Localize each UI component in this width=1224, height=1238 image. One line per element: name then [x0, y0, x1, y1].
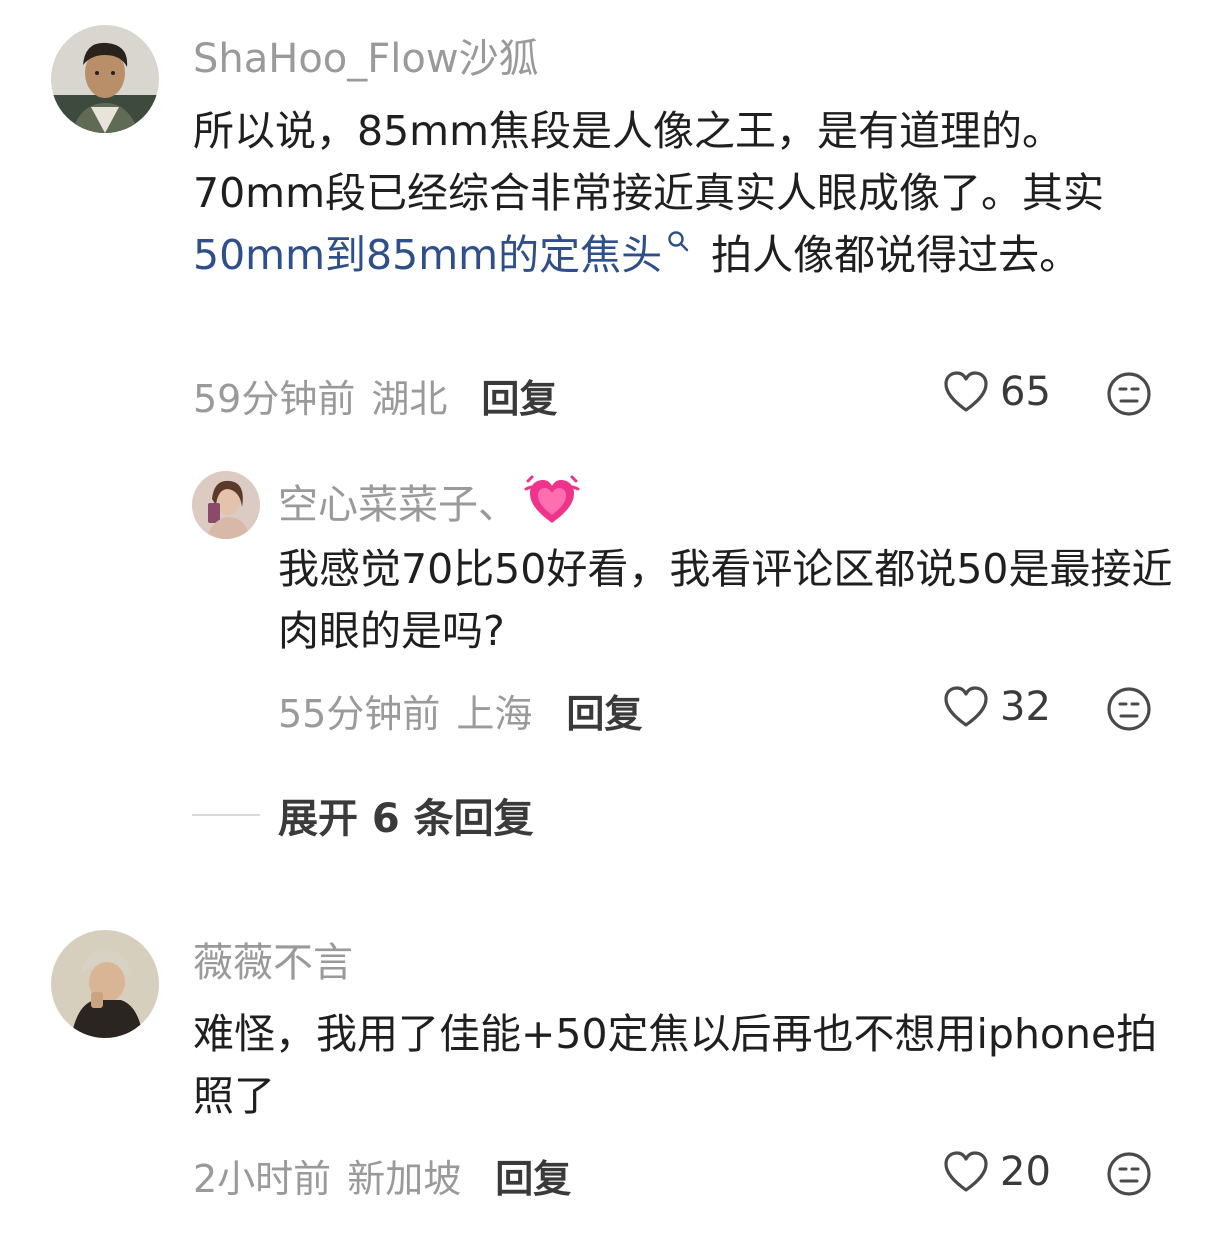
comment-username[interactable]: 薇薇不言: [193, 930, 353, 988]
search-icon[interactable]: [666, 229, 692, 255]
dislike-face-icon[interactable]: [1106, 371, 1152, 417]
comment-location: 湖北: [371, 377, 448, 421]
divider-line: [192, 814, 260, 816]
reply-button[interactable]: 回复: [566, 683, 642, 738]
reply-button[interactable]: 回复: [495, 1148, 571, 1203]
comment-meta: 2小时前 新加坡 回复: [193, 1148, 571, 1203]
dislike-button[interactable]: [1106, 371, 1152, 417]
dislike-face-icon[interactable]: [1106, 1151, 1152, 1197]
heart-icon[interactable]: [942, 685, 990, 729]
comment-time: 59分钟前: [193, 377, 356, 421]
keyword-search-link[interactable]: 50mm到85mm的定焦头: [193, 231, 698, 279]
like-button[interactable]: 65: [942, 369, 1051, 415]
reply-location: 上海: [456, 692, 533, 736]
dislike-face-icon[interactable]: [1106, 686, 1152, 732]
like-button[interactable]: 32: [942, 684, 1051, 730]
reply-meta: 55分钟前 上海 回复: [278, 683, 642, 738]
reply-username-row: 空心菜菜子、: [278, 472, 580, 530]
heart-icon[interactable]: [942, 370, 990, 414]
dislike-button[interactable]: [1106, 1151, 1152, 1197]
reply-avatar[interactable]: [192, 471, 260, 539]
comment-location: 新加坡: [347, 1157, 462, 1201]
avatar[interactable]: [51, 930, 159, 1038]
comment-text: 难怪，我用了佳能+50定焦以后再也不想用iphone拍照了: [193, 1010, 1158, 1120]
reply-text: 我感觉70比50好看，我看评论区都说50是最接近肉眼的是吗?: [278, 545, 1173, 655]
dislike-button[interactable]: [1106, 686, 1152, 732]
expand-replies-button[interactable]: 展开 6 条回复: [192, 786, 534, 844]
like-count: 32: [1000, 684, 1051, 730]
like-button[interactable]: 20: [942, 1149, 1051, 1195]
reply-time: 55分钟前: [278, 692, 441, 736]
beating-heart-emoji-icon: [524, 473, 580, 529]
avatar[interactable]: [51, 25, 159, 133]
expand-replies-label[interactable]: 展开 6 条回复: [278, 786, 534, 844]
comment-meta: 59分钟前 湖北 回复: [193, 368, 557, 423]
reply-button[interactable]: 回复: [481, 368, 557, 423]
like-count: 20: [1000, 1149, 1051, 1195]
comment-time: 2小时前: [193, 1157, 332, 1201]
comment-text: 所以说，85mm焦段是人像之王，是有道理的。70mm段已经综合非常接近真实人眼成…: [193, 100, 1183, 286]
keyword-link-label[interactable]: 50mm到85mm的定焦头: [193, 231, 662, 279]
like-count: 65: [1000, 369, 1051, 415]
reply-username[interactable]: 空心菜菜子、: [278, 472, 518, 530]
comment-username[interactable]: ShaHoo_Flow沙狐: [193, 26, 539, 84]
comment-text-part: 拍人像都说得过去。: [698, 231, 1081, 279]
heart-icon[interactable]: [942, 1150, 990, 1194]
comment-text-part: 所以说，85mm焦段是人像之王，是有道理的。70mm段已经综合非常接近真实人眼成…: [193, 107, 1105, 217]
